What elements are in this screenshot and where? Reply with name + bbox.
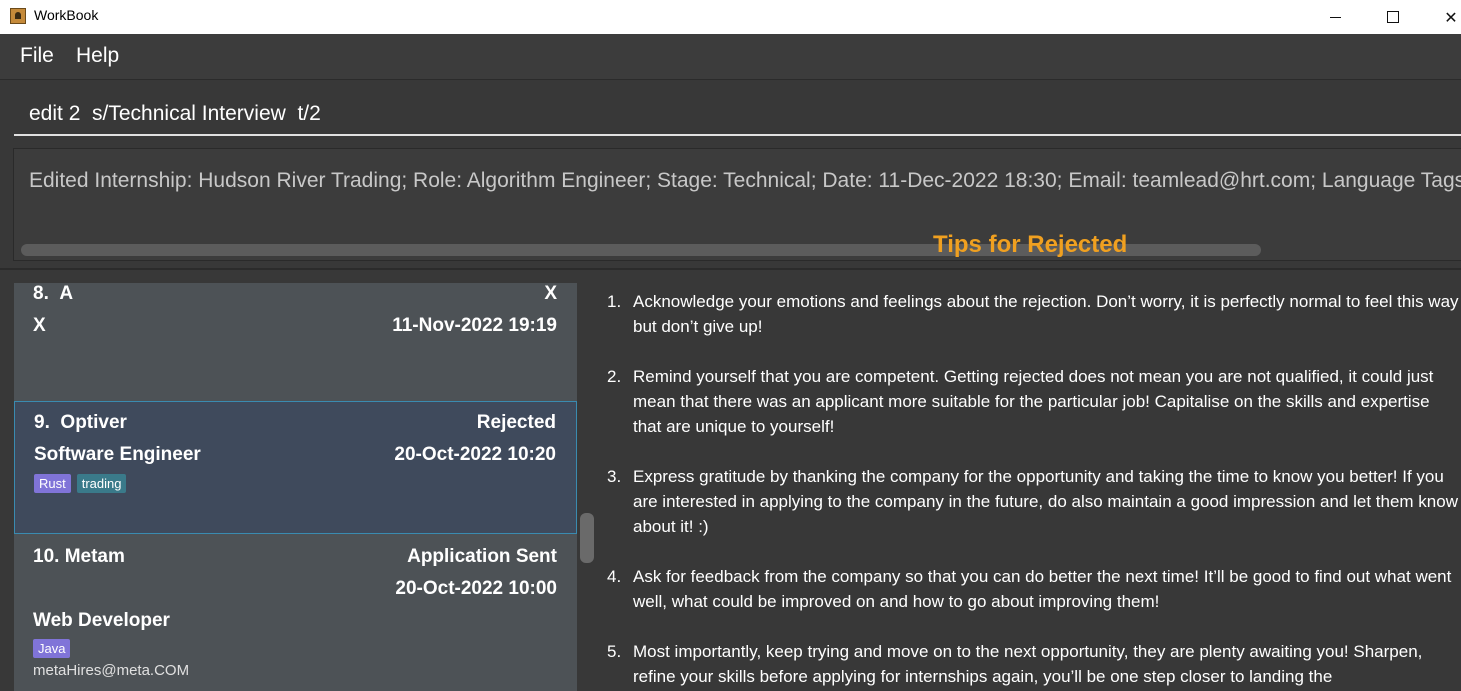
card-role: Software Engineer <box>34 444 201 465</box>
internship-list[interactable]: 8. A X X 11-Nov-2022 19:19 9. Optiver Re… <box>14 283 577 691</box>
card-role: X <box>33 315 46 336</box>
tip-item: 4. Ask for feedback from the company so … <box>607 564 1461 614</box>
result-area: Edited Internship: Hudson River Trading;… <box>0 142 1461 269</box>
card-tags: Rust trading <box>34 474 132 493</box>
tip-text: Ask for feedback from the company so tha… <box>633 567 1452 611</box>
card-date: 20-Oct-2022 10:20 <box>394 444 556 465</box>
tip-text: Acknowledge your emotions and feelings a… <box>633 292 1459 336</box>
tag: trading <box>76 474 127 493</box>
card-index: 9. <box>34 412 50 433</box>
maximize-button[interactable] <box>1370 0 1416 34</box>
close-button[interactable]: ✕ <box>1428 0 1461 34</box>
language-tag: Rust <box>34 474 71 493</box>
tip-text: Remind yourself that you are competent. … <box>633 367 1434 436</box>
tips-panel: 1. Acknowledge your emotions and feeling… <box>607 289 1461 691</box>
card-date: 20-Oct-2022 10:00 <box>395 578 557 599</box>
command-area <box>0 79 1461 143</box>
result-display: Edited Internship: Hudson River Trading;… <box>13 148 1461 261</box>
card-stage: Rejected <box>476 412 556 433</box>
result-text: Edited Internship: Hudson River Trading;… <box>29 169 1461 192</box>
menu-file[interactable]: File <box>20 44 54 68</box>
tip-item: 3. Express gratitude by thanking the com… <box>607 464 1461 539</box>
close-icon: ✕ <box>1444 7 1458 27</box>
tip-number: 3. <box>607 467 622 486</box>
menu-bar: File Help <box>0 34 1461 79</box>
card-tags: Java <box>33 639 76 658</box>
tip-item: 2. Remind yourself that you are competen… <box>607 364 1461 439</box>
internship-card[interactable]: 8. A X X 11-Nov-2022 19:19 <box>14 283 577 402</box>
vertical-scrollbar[interactable] <box>580 513 594 563</box>
tip-number: 1. <box>607 292 622 311</box>
internship-card-selected[interactable]: 9. Optiver Rejected Software Engineer 20… <box>14 401 577 534</box>
menu-help[interactable]: Help <box>76 44 119 68</box>
card-company: Metam <box>64 546 125 567</box>
card-role: Web Developer <box>33 610 170 631</box>
tip-text: Express gratitude by thanking the compan… <box>633 467 1458 536</box>
tip-number: 5. <box>607 642 622 661</box>
tips-title: Tips for Rejected <box>933 231 1128 258</box>
divider <box>0 268 1461 270</box>
minimize-button[interactable] <box>1312 0 1358 34</box>
title-bar: WorkBook ✕ <box>0 0 1461 34</box>
card-index: 8. <box>33 283 49 304</box>
card-company: Optiver <box>60 412 127 433</box>
card-stage: X <box>544 283 557 304</box>
card-email: metaHires@meta.COM <box>33 662 190 679</box>
minimize-icon <box>1329 16 1341 18</box>
card-date: 11-Nov-2022 19:19 <box>392 315 557 336</box>
tip-item: 5. Most importantly, keep trying and mov… <box>607 639 1461 689</box>
tip-number: 2. <box>607 367 622 386</box>
language-tag: Java <box>33 639 71 658</box>
maximize-icon <box>1387 11 1399 23</box>
tip-number: 4. <box>607 567 622 586</box>
tip-item: 1. Acknowledge your emotions and feeling… <box>607 289 1461 339</box>
card-company: A <box>59 283 74 304</box>
internship-card[interactable]: 10. Metam Application Sent 20-Oct-2022 1… <box>14 534 577 691</box>
app-icon <box>10 8 26 24</box>
tip-text: Most importantly, keep trying and move o… <box>633 642 1423 686</box>
window-title: WorkBook <box>34 7 99 23</box>
command-input[interactable] <box>14 93 1461 136</box>
card-index: 10. <box>33 546 60 567</box>
card-stage: Application Sent <box>407 546 557 567</box>
